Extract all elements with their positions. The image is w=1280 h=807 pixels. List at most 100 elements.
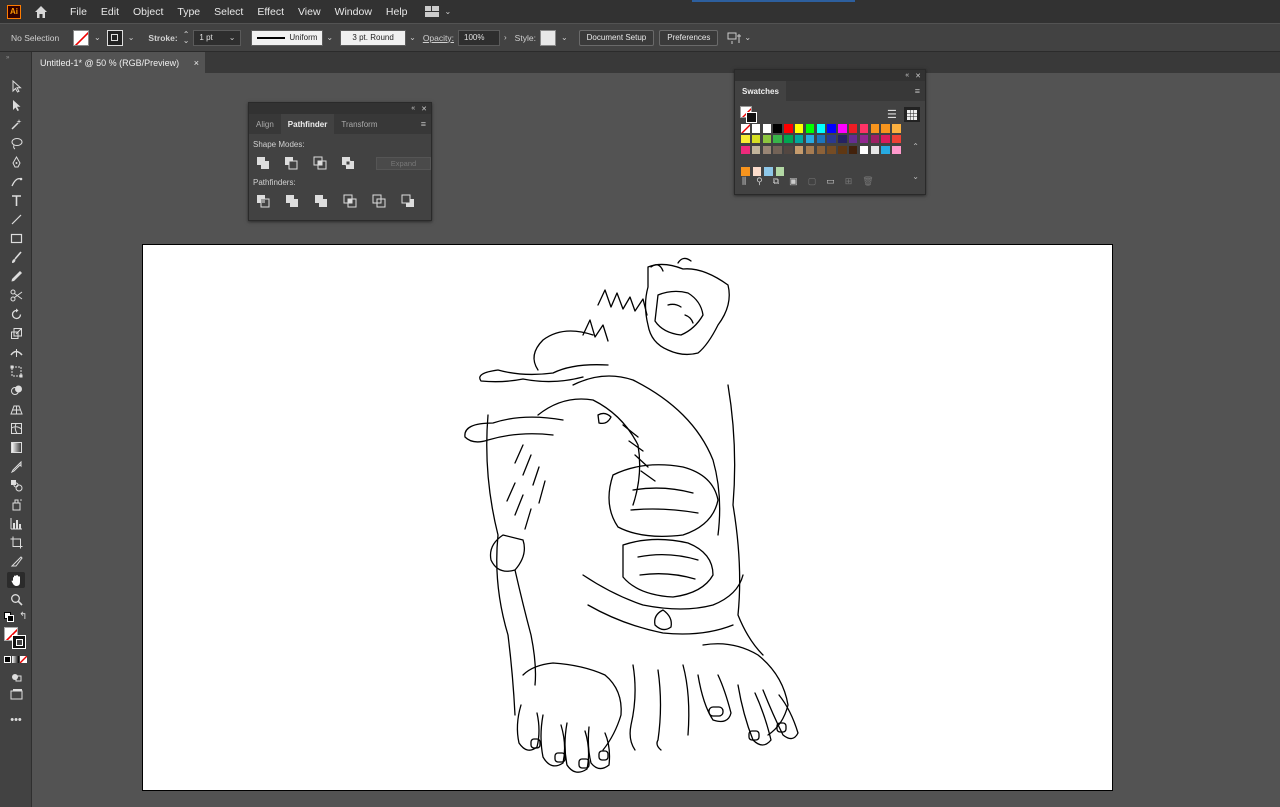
menu-edit[interactable]: Edit — [94, 6, 126, 18]
gradient-tool-icon[interactable] — [7, 439, 25, 455]
swatch[interactable] — [804, 144, 816, 156]
opacity-field[interactable]: 100% — [458, 29, 500, 46]
mesh-tool-icon[interactable] — [7, 420, 25, 436]
swatch[interactable] — [826, 123, 837, 134]
swatch-libraries-icon[interactable]: ⫼ — [742, 176, 746, 187]
fill-swatch[interactable] — [73, 29, 89, 46]
preferences-button[interactable]: Preferences — [659, 29, 719, 46]
collapse-panel-icon[interactable]: « — [905, 72, 909, 79]
swatch[interactable] — [880, 144, 891, 156]
free-transform-tool-icon[interactable] — [7, 363, 25, 379]
expand-button[interactable]: Expand — [375, 156, 432, 170]
blend-tool-icon[interactable] — [7, 477, 25, 493]
arrange-dropdown-icon[interactable]: ⌄ — [744, 33, 751, 42]
swatch[interactable] — [772, 133, 783, 145]
swatch[interactable] — [858, 144, 870, 156]
swatch[interactable] — [815, 144, 827, 156]
zoom-tool-icon[interactable] — [7, 591, 25, 607]
swatch[interactable] — [837, 144, 848, 156]
rotate-tool-icon[interactable] — [7, 306, 25, 322]
document-tab[interactable]: Untitled-1* @ 50 % (RGB/Preview) × — [32, 52, 205, 73]
swatch[interactable] — [837, 123, 848, 134]
gradient-mode-icon[interactable] — [12, 656, 19, 663]
type-tool-icon[interactable] — [7, 192, 25, 208]
swatch[interactable] — [847, 144, 859, 156]
edit-toolbar-icon[interactable]: ••• — [7, 712, 25, 728]
swatch[interactable] — [869, 133, 881, 145]
menu-help[interactable]: Help — [379, 6, 415, 18]
graphic-style-swatch[interactable] — [539, 29, 556, 46]
swatch-none[interactable] — [740, 123, 751, 134]
panel-menu-icon[interactable]: ≡ — [421, 119, 426, 129]
swatch[interactable] — [761, 123, 773, 134]
swatch[interactable] — [793, 123, 805, 134]
swatch[interactable] — [783, 133, 794, 145]
swatch[interactable] — [891, 133, 902, 145]
swatch[interactable] — [750, 123, 762, 134]
curvature-tool-icon[interactable] — [7, 173, 25, 189]
pencil-tool-icon[interactable] — [7, 268, 25, 284]
swatch[interactable] — [772, 123, 783, 134]
none-mode-icon[interactable] — [20, 656, 27, 663]
swatch[interactable] — [783, 144, 794, 156]
trash-icon[interactable]: 🗑 — [862, 176, 873, 187]
width-tool-icon[interactable] — [7, 344, 25, 360]
stroke-dropdown-icon[interactable]: ⌄ — [128, 33, 135, 42]
swatch[interactable] — [815, 123, 827, 134]
swatch[interactable] — [793, 144, 805, 156]
menu-window[interactable]: Window — [328, 6, 379, 18]
swatch[interactable] — [869, 123, 881, 134]
thumbnail-view-icon[interactable] — [904, 107, 920, 122]
document-setup-button[interactable]: Document Setup — [578, 29, 655, 46]
perspective-grid-tool-icon[interactable] — [7, 401, 25, 417]
swatch[interactable] — [761, 133, 773, 145]
variable-width-profile[interactable]: Uniform — [251, 29, 324, 46]
column-graph-tool-icon[interactable] — [7, 515, 25, 531]
close-panel-icon[interactable]: ✕ — [915, 72, 921, 80]
direct-selection-tool-icon[interactable] — [7, 97, 25, 113]
close-panel-icon[interactable]: ✕ — [421, 105, 427, 113]
swatch[interactable] — [761, 144, 773, 156]
swatch[interactable] — [804, 123, 816, 134]
swatch[interactable] — [783, 123, 794, 134]
new-color-group-icon[interactable]: ▣ — [789, 176, 798, 187]
selection-tool-icon[interactable] — [7, 78, 25, 94]
swatch[interactable] — [763, 166, 774, 177]
collapse-panel-icon[interactable]: « — [411, 105, 415, 112]
minus-front-icon[interactable] — [283, 155, 298, 171]
paintbrush-tool-icon[interactable] — [7, 249, 25, 265]
swatch[interactable] — [847, 133, 859, 145]
swatch[interactable] — [826, 144, 837, 156]
pen-tool-icon[interactable] — [7, 154, 25, 170]
panel-grip-icon[interactable]: » — [6, 55, 9, 61]
brush-dropdown-icon[interactable]: ⌄ — [409, 33, 416, 42]
swatch-edit-icon[interactable]: ▢ — [808, 176, 817, 187]
swatch[interactable] — [837, 133, 848, 145]
eyedropper-tool-icon[interactable] — [7, 458, 25, 474]
slice-tool-icon[interactable] — [7, 553, 25, 569]
swatch[interactable] — [847, 123, 859, 134]
trim-icon[interactable] — [284, 193, 300, 209]
swap-fill-stroke-icon[interactable]: ↰ — [19, 611, 27, 622]
swatch[interactable] — [751, 166, 762, 177]
list-view-icon[interactable]: ☰ — [887, 108, 897, 121]
tab-swatches[interactable]: Swatches — [735, 81, 786, 101]
swatch[interactable] — [826, 133, 837, 145]
lasso-tool-icon[interactable] — [7, 135, 25, 151]
color-mode-icon[interactable] — [4, 656, 11, 663]
swatch[interactable] — [740, 166, 751, 177]
brush-definition[interactable]: 3 pt. Round — [340, 29, 407, 46]
profile-dropdown-icon[interactable]: ⌄ — [326, 33, 333, 42]
menu-object[interactable]: Object — [126, 6, 170, 18]
menu-view[interactable]: View — [291, 6, 328, 18]
menu-effect[interactable]: Effect — [250, 6, 291, 18]
intersect-icon[interactable] — [312, 155, 327, 171]
line-segment-tool-icon[interactable] — [7, 211, 25, 227]
outline-icon[interactable] — [371, 193, 387, 209]
hand-tool-icon[interactable] — [7, 572, 25, 588]
screen-mode-icon[interactable] — [7, 686, 25, 702]
menu-file[interactable]: File — [63, 6, 94, 18]
swatch[interactable] — [858, 133, 870, 145]
stroke-color-box[interactable] — [12, 635, 26, 649]
swatch[interactable] — [858, 123, 870, 134]
